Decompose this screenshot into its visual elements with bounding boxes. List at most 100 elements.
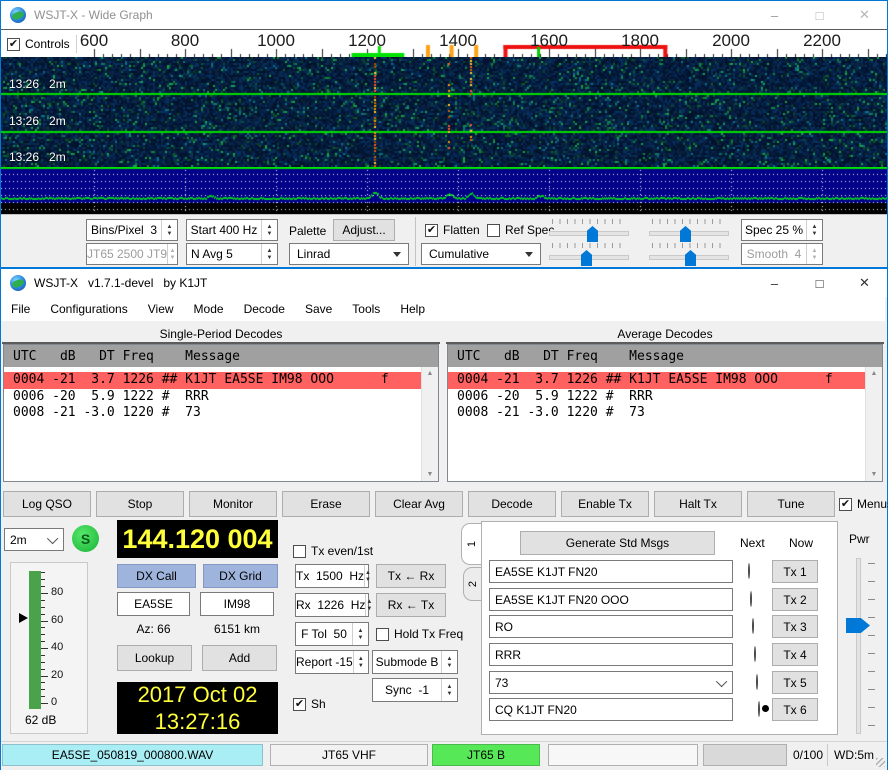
slider-handle[interactable] xyxy=(581,250,592,266)
menus-checkbox[interactable]: ✔ Menus xyxy=(839,497,888,511)
tx-from-rx-button[interactable]: Tx ← Rx xyxy=(376,564,446,588)
controls-checkbox[interactable]: ✔ Controls xyxy=(7,35,77,53)
scrollbar[interactable]: ▲▼ xyxy=(865,367,882,481)
stop-button[interactable]: Stop xyxy=(96,491,184,517)
tx4-next-radio[interactable] xyxy=(754,646,756,662)
tx5-now-button[interactable]: Tx 5 xyxy=(772,671,818,694)
bins-pixel-spinner[interactable]: Bins/Pixel 3▲▼ xyxy=(86,219,178,241)
tx2-now-button[interactable]: Tx 2 xyxy=(772,588,818,611)
f-tol-spinner[interactable]: F Tol 50▲▼ xyxy=(295,622,369,646)
tx4-now-button[interactable]: Tx 4 xyxy=(772,643,818,666)
lookup-button[interactable]: Lookup xyxy=(117,645,192,671)
spec-percent-spinner[interactable]: Spec 25 %▲▼ xyxy=(741,219,823,241)
spinner-arrows-icon[interactable]: ▲▼ xyxy=(261,220,277,240)
scroll-up-icon[interactable]: ▲ xyxy=(871,367,878,380)
spinner-arrows-icon[interactable]: ▲▼ xyxy=(441,679,457,701)
tx1-next-radio[interactable] xyxy=(748,563,750,579)
sync-spinner[interactable]: Sync -1▲▼ xyxy=(372,678,458,702)
spinner-arrows-icon[interactable]: ▲▼ xyxy=(806,220,822,240)
tx1-now-button[interactable]: Tx 1 xyxy=(772,560,818,583)
tx6-next-radio[interactable] xyxy=(758,701,760,717)
scroll-down-icon[interactable]: ▼ xyxy=(871,468,878,481)
frequency-ruler[interactable]: 600 800 1000 1200 1400 1600 1800 2000 22… xyxy=(1,29,887,57)
spinner-arrows-icon[interactable]: ▲▼ xyxy=(261,244,277,264)
spinner-arrows-icon[interactable]: ▲▼ xyxy=(161,220,177,240)
resize-grip[interactable] xyxy=(876,758,885,767)
single-period-decodes-list[interactable]: UTC dB DT Freq Message 0004 -21 3.7 1226… xyxy=(3,344,439,482)
menu-mode[interactable]: Mode xyxy=(184,297,234,321)
minimize-icon[interactable]: – xyxy=(752,1,797,29)
tx5-next-radio[interactable] xyxy=(756,674,758,690)
menu-configurations[interactable]: Configurations xyxy=(40,297,137,321)
decode-row[interactable]: 0008 -21 -3.0 1220 # 73 xyxy=(448,405,882,422)
halt-tx-button[interactable]: Halt Tx xyxy=(654,491,742,517)
decode-button[interactable]: Decode xyxy=(468,491,556,517)
spinner-arrows-icon[interactable]: ▲▼ xyxy=(365,594,372,616)
zero2-slider[interactable] xyxy=(649,242,729,266)
tx5-message-combo[interactable]: 73 xyxy=(489,671,733,694)
sync-status-button[interactable]: S xyxy=(72,525,99,552)
main-titlebar[interactable]: WSJT-X v1.7.1-devel by K1JT – □ ✕ xyxy=(1,269,887,297)
decode-row[interactable]: 0004 -21 3.7 1226 ## K1JT EA5SE IM98 OOO… xyxy=(448,372,882,389)
spinner-arrows-icon[interactable]: ▲▼ xyxy=(352,623,368,645)
tx6-now-button[interactable]: Tx 6 xyxy=(772,698,818,721)
dx-grid-button[interactable]: DX Grid xyxy=(203,564,278,588)
slider-handle[interactable] xyxy=(680,226,691,242)
spinner-arrows-icon[interactable]: ▲▼ xyxy=(441,651,457,673)
tune-button[interactable]: Tune xyxy=(747,491,835,517)
tx-even-checkbox[interactable]: Tx even/1st xyxy=(293,544,373,558)
decode-row[interactable]: 0006 -20 5.9 1222 # RRR xyxy=(448,389,882,406)
tx3-message-field[interactable]: RO xyxy=(489,615,733,638)
monitor-button[interactable]: Monitor xyxy=(189,491,277,517)
scroll-up-icon[interactable]: ▲ xyxy=(427,367,434,380)
sh-checkbox[interactable]: ✔ Sh xyxy=(293,697,326,711)
maximize-icon[interactable]: □ xyxy=(797,269,842,297)
flatten-checkbox[interactable]: ✔ Flatten xyxy=(425,223,480,237)
decode-row[interactable]: 0004 -21 3.7 1226 ## K1JT EA5SE IM98 OOO… xyxy=(4,372,438,389)
spinner-arrows-icon[interactable]: ▲▼ xyxy=(364,565,371,587)
tx2-message-field[interactable]: EA5SE K1JT FN20 OOO xyxy=(489,588,733,611)
add-button[interactable]: Add xyxy=(202,645,277,671)
tx3-now-button[interactable]: Tx 3 xyxy=(772,615,818,638)
erase-button[interactable]: Erase xyxy=(282,491,370,517)
gain2-slider[interactable] xyxy=(549,242,629,266)
ref-spec-checkbox[interactable]: Ref Spec xyxy=(487,223,554,237)
decode-row[interactable]: 0006 -20 5.9 1222 # RRR xyxy=(4,389,438,406)
tab-1[interactable]: 1 xyxy=(461,523,482,565)
rx-from-tx-button[interactable]: Rx ← Tx xyxy=(376,593,446,617)
spectrum-type-select[interactable]: Cumulative xyxy=(421,243,541,265)
tx2-next-radio[interactable] xyxy=(750,591,752,607)
minimize-icon[interactable]: – xyxy=(752,269,797,297)
tx4-message-field[interactable]: RRR xyxy=(489,643,733,666)
rx-freq-spinner[interactable]: Rx 1226 Hz▲▼ xyxy=(295,593,369,617)
gain-slider[interactable] xyxy=(549,218,629,242)
spectrum-display[interactable] xyxy=(1,167,887,214)
menu-save[interactable]: Save xyxy=(295,297,342,321)
band-select[interactable]: 2m xyxy=(4,528,64,551)
tx3-next-radio[interactable] xyxy=(752,618,754,634)
tab-2[interactable]: 2 xyxy=(463,567,482,601)
tx6-message-field[interactable]: CQ K1JT FN20 xyxy=(489,698,733,721)
palette-select[interactable]: Linrad xyxy=(289,243,409,265)
slider-handle[interactable] xyxy=(685,250,696,266)
spinner-arrows-icon[interactable]: ▲▼ xyxy=(353,651,368,673)
adjust-button[interactable]: Adjust... xyxy=(333,219,395,241)
menu-help[interactable]: Help xyxy=(390,297,435,321)
n-avg-spinner[interactable]: N Avg 5▲▼ xyxy=(186,243,278,265)
waterfall-display[interactable] xyxy=(1,57,887,167)
scroll-down-icon[interactable]: ▼ xyxy=(427,468,434,481)
log-qso-button[interactable]: Log QSO xyxy=(3,491,91,517)
zero-slider[interactable] xyxy=(649,218,729,242)
menu-file[interactable]: File xyxy=(1,297,40,321)
dx-call-button[interactable]: DX Call xyxy=(117,564,196,588)
wide-graph-titlebar[interactable]: WSJT-X - Wide Graph – □ ✕ xyxy=(1,1,887,29)
pwr-slider-groove[interactable] xyxy=(856,558,861,734)
clear-avg-button[interactable]: Clear Avg xyxy=(375,491,463,517)
slider-handle[interactable] xyxy=(587,226,598,242)
average-decodes-list[interactable]: UTC dB DT Freq Message 0004 -21 3.7 1226… xyxy=(447,344,883,482)
generate-std-msgs-button[interactable]: Generate Std Msgs xyxy=(520,531,715,555)
scrollbar[interactable]: ▲▼ xyxy=(421,367,438,481)
enable-tx-button[interactable]: Enable Tx xyxy=(561,491,649,517)
submode-spinner[interactable]: Submode B▲▼ xyxy=(372,650,458,674)
close-icon[interactable]: ✕ xyxy=(842,1,887,29)
